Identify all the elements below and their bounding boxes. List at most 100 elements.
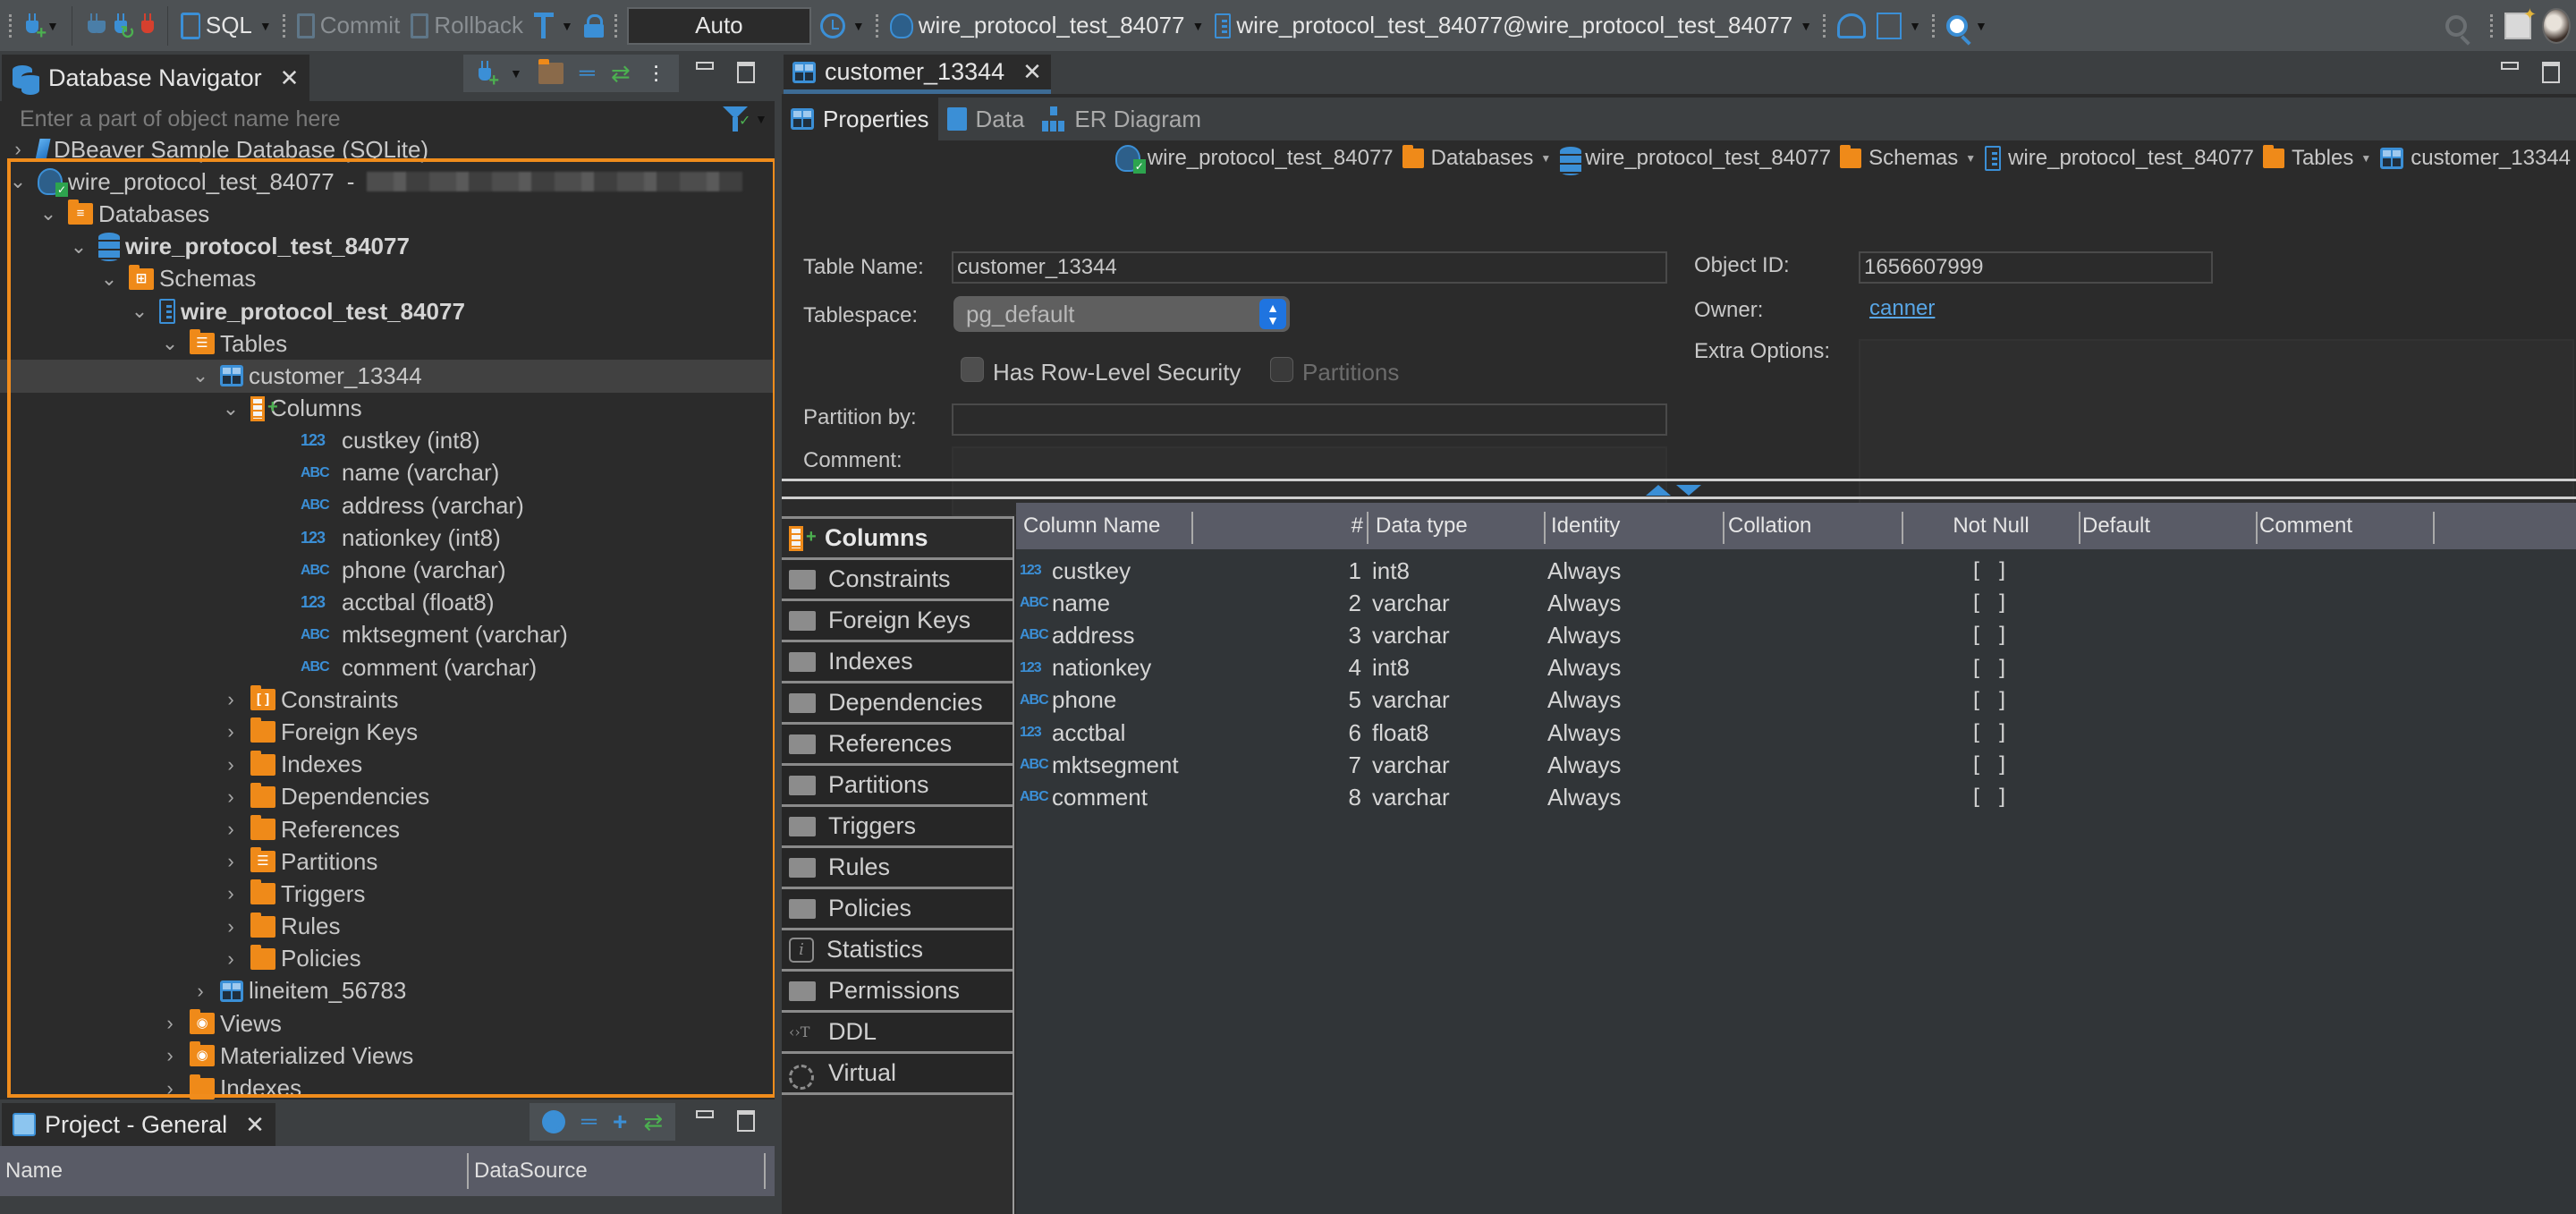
chevron-down-icon[interactable]: ⌄ <box>190 364 211 387</box>
grid-cell-num[interactable]: 4 <box>1329 652 1367 684</box>
close-icon[interactable]: ✕ <box>1022 58 1042 86</box>
grid-cell-collation[interactable] <box>1724 619 1902 651</box>
toolbar-grip[interactable] <box>2490 13 2494 38</box>
grid-cell-comment[interactable] <box>2256 555 2433 587</box>
commit-button[interactable]: Commit <box>292 6 406 46</box>
chevron-right-icon[interactable]: › <box>220 947 242 971</box>
grid-cell-comment[interactable] <box>2256 684 2433 717</box>
tree-item[interactable]: › Rules <box>0 911 775 943</box>
history-button[interactable]: ▼ <box>815 6 870 46</box>
grid-cell-identity[interactable]: Always <box>1547 684 1723 717</box>
grid-cell-default[interactable] <box>2079 684 2256 717</box>
grid-cell-not-null[interactable]: [ ] <box>1900 781 2079 813</box>
grid-cell-identity[interactable]: Always <box>1547 587 1723 619</box>
breadcrumb-item[interactable]: wire_protocol_test_84077 <box>1114 145 1394 174</box>
grid-cell-comment[interactable] <box>2256 619 2433 651</box>
grid-cell-data-type[interactable]: varchar <box>1372 749 1544 781</box>
tree-item[interactable]: ⌄ customer_13344 <box>0 360 775 393</box>
partition-by-field[interactable] <box>952 403 1667 436</box>
grid-cell-name[interactable]: ABC address <box>1020 619 1191 651</box>
grid-cell-default[interactable] <box>2079 555 2256 587</box>
grid-cell-not-null[interactable]: [ ] <box>1900 749 2079 781</box>
collapse-all-icon[interactable]: ═ <box>581 1109 597 1134</box>
grid-cell-name[interactable]: ABC comment <box>1020 781 1191 813</box>
grid-cell-not-null[interactable]: [ ] <box>1900 717 2079 749</box>
close-icon[interactable]: ✕ <box>245 1111 265 1139</box>
grid-row[interactable]: ABC phone 5 varchar Always [ ] <box>1016 684 2576 717</box>
grid-cell-collation[interactable] <box>1724 684 1902 717</box>
minimize-icon[interactable] <box>696 62 714 70</box>
grid-cell-data-type[interactable]: varchar <box>1372 781 1544 813</box>
side-tab-foreign-keys[interactable]: Foreign Keys <box>782 599 1013 640</box>
grid-cell-num[interactable]: 8 <box>1329 781 1367 813</box>
grid-cell-identity[interactable]: Always <box>1547 781 1723 813</box>
grid-cell-identity[interactable]: Always <box>1547 619 1723 651</box>
grid-cell-identity[interactable]: Always <box>1547 749 1723 781</box>
breadcrumb-item[interactable]: Schemas ▼ <box>1840 145 1976 171</box>
chevron-down-icon[interactable]: ▼ <box>259 19 272 33</box>
toolbar-grip[interactable] <box>614 13 618 38</box>
perspective-button[interactable] <box>2499 5 2537 46</box>
tree-item[interactable]: ABC address (varchar) <box>0 489 775 522</box>
grid-cell-default[interactable] <box>2079 652 2256 684</box>
active-schema-selector[interactable]: wire_protocol_test_84077@wire_protocol_t… <box>1209 6 1818 46</box>
grid-cell-comment[interactable] <box>2256 781 2433 813</box>
grid-cell-identity[interactable]: Always <box>1547 717 1723 749</box>
chevron-right-icon[interactable]: › <box>190 980 211 1003</box>
breadcrumb-item[interactable]: Databases ▼ <box>1402 145 1551 171</box>
link-with-editor-icon[interactable]: ⇄ <box>643 1108 663 1136</box>
tree-item[interactable]: › DBeaver Sample Database (SQLite) <box>0 133 775 166</box>
toolbar-grip[interactable] <box>1823 13 1826 38</box>
chevron-down-icon[interactable]: ⌄ <box>7 170 29 193</box>
tree-item[interactable]: ABC phone (varchar) <box>0 554 775 586</box>
breadcrumb-item[interactable]: wire_protocol_test_84077 <box>1985 146 2254 171</box>
boxes-button[interactable]: ▼ <box>1871 6 1927 46</box>
maximize-icon[interactable] <box>737 1110 755 1132</box>
tree-item[interactable]: › Triggers <box>0 878 775 910</box>
chevron-right-icon[interactable]: › <box>159 1012 181 1035</box>
chevron-down-icon[interactable]: ⌄ <box>68 235 89 259</box>
grid-cell-num[interactable]: 1 <box>1329 555 1367 587</box>
grid-cell-default[interactable] <box>2079 717 2256 749</box>
tree-item[interactable]: › References <box>0 813 775 845</box>
tree-item[interactable]: ⌄ wire_protocol_test_84077 <box>0 231 775 263</box>
breadcrumb-item[interactable]: Tables ▼ <box>2262 145 2371 171</box>
chevron-down-icon[interactable]: ▼ <box>1540 152 1551 165</box>
grid-cell-default[interactable] <box>2079 781 2256 813</box>
tab-properties[interactable]: Properties <box>782 98 938 140</box>
grid-row[interactable]: 123 acctbal 6 float8 Always [ ] <box>1016 717 2576 749</box>
partitions-checkbox[interactable] <box>1270 357 1293 382</box>
side-tab-rules[interactable]: Rules <box>782 845 1013 887</box>
tree-item[interactable]: ⌄ ☰ Tables <box>0 327 775 360</box>
chevron-down-icon[interactable]: ⌄ <box>38 202 59 225</box>
grid-cell-name[interactable]: ABC name <box>1020 587 1191 619</box>
grid-row[interactable]: ABC name 2 varchar Always [ ] <box>1016 587 2576 619</box>
grid-cell-data-type[interactable]: varchar <box>1372 619 1544 651</box>
chevron-right-icon[interactable]: › <box>159 1044 181 1067</box>
grid-cell-identity[interactable]: Always <box>1547 652 1723 684</box>
panel-splitter[interactable] <box>775 51 782 1214</box>
tree-item[interactable]: 123 acctbal (float8) <box>0 587 775 619</box>
grid-cell-collation[interactable] <box>1724 749 1902 781</box>
chevron-down-icon[interactable]: ▼ <box>561 19 573 33</box>
column-header-comment[interactable]: Comment <box>2256 508 2433 544</box>
grid-cell-num[interactable]: 6 <box>1329 717 1367 749</box>
tree-item[interactable]: › lineitem_56783 <box>0 975 775 1007</box>
minimize-icon[interactable] <box>2501 62 2519 70</box>
side-tab-statistics[interactable]: i Statistics <box>782 928 1013 969</box>
new-folder-icon[interactable] <box>538 59 564 84</box>
toolbar-grip[interactable] <box>282 13 286 38</box>
chevron-down-icon[interactable]: ▼ <box>755 112 767 126</box>
column-resize-handle[interactable] <box>1191 512 1193 544</box>
grid-cell-data-type[interactable]: int8 <box>1372 555 1544 587</box>
side-tab-permissions[interactable]: Permissions <box>782 969 1013 1010</box>
grid-cell-not-null[interactable]: [ ] <box>1900 684 2079 717</box>
column-header-default[interactable]: Default <box>2079 508 2256 544</box>
grid-cell-name[interactable]: 123 custkey <box>1020 555 1191 587</box>
grid-cell-comment[interactable] <box>2256 749 2433 781</box>
grid-cell-comment[interactable] <box>2256 587 2433 619</box>
chevron-right-icon[interactable]: › <box>220 915 242 938</box>
tree-item[interactable]: › Foreign Keys <box>0 716 775 748</box>
avatar-button[interactable] <box>2537 6 2576 46</box>
grid-row[interactable]: ABC comment 8 varchar Always [ ] <box>1016 781 2576 813</box>
